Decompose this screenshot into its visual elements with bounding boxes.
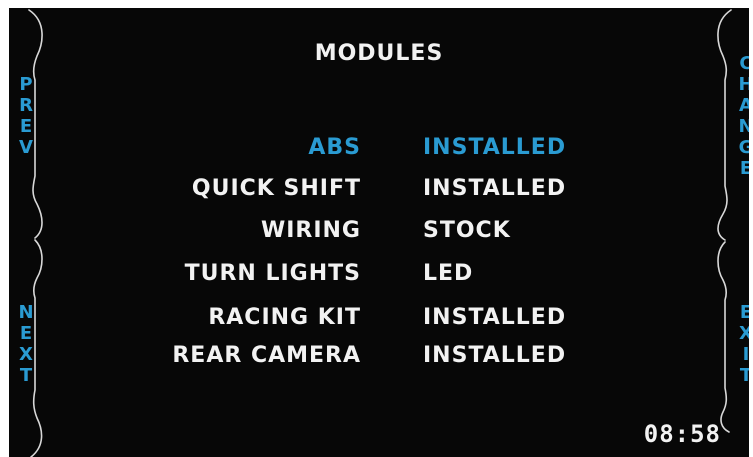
module-name: QUICK SHIFT [191, 176, 361, 201]
module-row[interactable]: QUICK SHIFT INSTALLED [9, 176, 749, 210]
module-row[interactable]: ABS INSTALLED [9, 135, 749, 169]
module-row[interactable]: RACING KIT INSTALLED [9, 305, 749, 339]
clock: 08:58 [643, 420, 721, 448]
module-name: ABS [308, 135, 361, 160]
module-status: LED [423, 261, 474, 286]
module-status: INSTALLED [423, 176, 567, 201]
dashboard-screen: PREV NEXT CHANGE EXIT MODULES ABS INSTALL… [9, 8, 749, 457]
module-row[interactable]: TURN LIGHTS LED [9, 261, 749, 295]
module-name: TURN LIGHTS [184, 261, 361, 286]
module-row[interactable]: REAR CAMERA INSTALLED [9, 343, 749, 377]
module-name: RACING KIT [208, 305, 361, 330]
module-name: REAR CAMERA [172, 343, 361, 368]
module-status: STOCK [423, 218, 511, 243]
module-status: INSTALLED [423, 135, 567, 160]
module-list: ABS INSTALLED QUICK SHIFT INSTALLED WIRING ST… [9, 8, 749, 457]
module-name: WIRING [260, 218, 361, 243]
module-status: INSTALLED [423, 343, 567, 368]
module-row[interactable]: WIRING STOCK [9, 218, 749, 252]
module-status: INSTALLED [423, 305, 567, 330]
